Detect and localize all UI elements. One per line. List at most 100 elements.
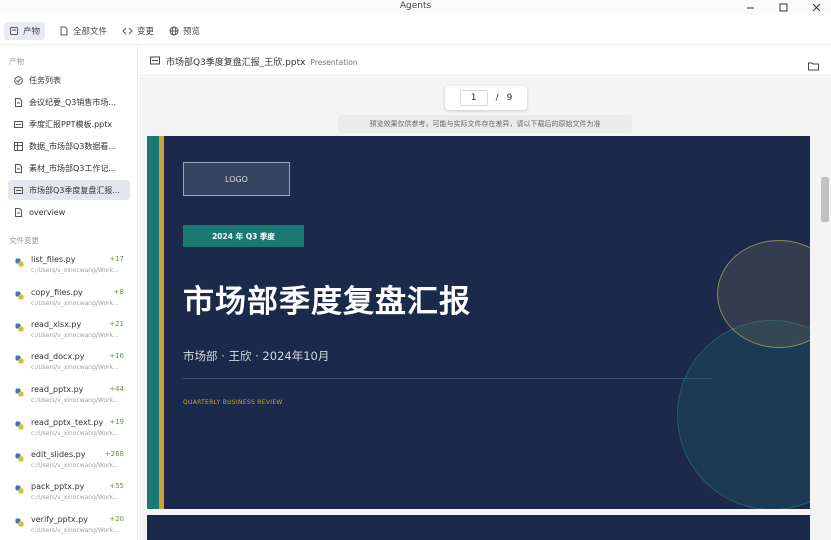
slide-logo-placeholder: LOGO xyxy=(183,162,290,196)
sidebar-item-overview[interactable]: overview xyxy=(8,202,130,222)
window-titlebar: Agents xyxy=(0,0,831,15)
page-total: 9 xyxy=(506,93,513,103)
document-icon xyxy=(15,97,22,107)
tab-all-files[interactable]: 全部文件 xyxy=(54,22,112,40)
sidebar-item-label: 会议纪要_Q3销售市场... xyxy=(29,97,117,107)
file-name: verify_pptx.py xyxy=(31,515,88,524)
main-panel: 市场部Q3季度复盘汇报_王欣.pptx Presentation 1 / 9 预览… xyxy=(139,46,831,540)
file-name: read_pptx_text.py xyxy=(31,418,104,427)
python-icon xyxy=(15,485,24,494)
sidebar-item-label: 季度汇报PPT模板.pptx xyxy=(29,119,113,129)
python-icon xyxy=(15,453,24,462)
file-path: c:/Users/v_xinocwang/Work... xyxy=(31,332,119,339)
file-name: copy_files.py xyxy=(31,288,83,297)
tab-label: 预览 xyxy=(183,27,201,37)
document-icon xyxy=(15,163,22,173)
sidebar-item-label: 数据_市场部Q3数据看... xyxy=(29,141,117,151)
added-count: +55 xyxy=(109,482,124,490)
file-header: 市场部Q3季度复盘汇报_王欣.pptx Presentation xyxy=(139,46,831,76)
added-count: +268 xyxy=(104,450,124,458)
globe-icon xyxy=(169,26,179,36)
file-title: 市场部Q3季度复盘汇报_王欣.pptx Presentation xyxy=(166,55,358,68)
file-name: 市场部Q3季度复盘汇报_王欣.pptx xyxy=(166,58,306,68)
tab-artifacts[interactable]: 产物 xyxy=(4,22,46,40)
file-change-item[interactable]: list_files.py +17 c:/Users/v_xinocwang/W… xyxy=(12,255,128,285)
slide-decor-circle-teal xyxy=(677,320,810,509)
sidebar-item-ppt-template[interactable]: 季度汇报PPT模板.pptx xyxy=(8,114,130,134)
file-name: read_xlsx.py xyxy=(31,320,82,329)
python-icon xyxy=(15,258,24,267)
slide-accent-bar-gold xyxy=(159,136,164,509)
sidebar-item-task-list[interactable]: 任务列表 xyxy=(8,70,130,90)
slide-subtitle: 市场部 · 王欣 · 2024年10月 xyxy=(183,349,330,363)
folder-icon xyxy=(808,62,819,71)
tab-label: 变更 xyxy=(137,27,155,37)
file-path: c:/Users/v_xinocwang/Work... xyxy=(31,267,119,274)
sidebar-item-material[interactable]: 素材_市场部Q3工作记... xyxy=(8,158,130,178)
file-icon xyxy=(60,26,68,36)
sidebar-item-label: overview xyxy=(29,207,66,217)
file-change-item[interactable]: pack_pptx.py +55 c:/Users/v_xinocwang/Wo… xyxy=(12,482,128,512)
added-count: +20 xyxy=(109,515,124,523)
artifacts-section-label: 产物 xyxy=(9,57,24,66)
presentation-icon xyxy=(14,120,23,128)
page-input[interactable]: 1 xyxy=(459,90,488,106)
file-name: edit_slides.py xyxy=(31,450,86,459)
file-change-item[interactable]: read_docx.py +16 c:/Users/v_xinocwang/Wo… xyxy=(12,352,128,382)
top-tabs: 产物 全部文件 变更 预览 xyxy=(0,17,831,45)
open-folder-button[interactable] xyxy=(808,56,819,75)
added-count: +17 xyxy=(109,255,124,263)
preview-area: 1 / 9 预览效果仅供参考，可能与实际文件存在差异，请以下载后的原始文件为准 … xyxy=(139,77,831,540)
sidebar-item-label: 任务列表 xyxy=(29,75,61,85)
file-change-item[interactable]: read_xlsx.py +21 c:/Users/v_xinocwang/Wo… xyxy=(12,320,128,350)
python-icon xyxy=(15,388,24,397)
sidebar-item-q3-report[interactable]: 市场部Q3季度复盘汇报... xyxy=(8,180,130,200)
minimize-icon xyxy=(746,7,754,9)
file-change-item[interactable]: read_pptx.py +44 c:/Users/v_xinocwang/Wo… xyxy=(12,385,128,415)
box-icon xyxy=(10,27,18,35)
slide-quarter-badge: 2024 年 Q3 季度 xyxy=(183,225,304,247)
sidebar-item-meeting-notes[interactable]: 会议纪要_Q3销售市场... xyxy=(8,92,130,112)
python-icon xyxy=(15,323,24,332)
maximize-button[interactable] xyxy=(772,0,794,15)
file-path: c:/Users/v_xinocwang/Work... xyxy=(31,527,119,534)
maximize-icon xyxy=(779,3,787,12)
file-path: c:/Users/v_xinocwang/Work... xyxy=(31,300,119,307)
page-navigator: 1 / 9 xyxy=(445,86,527,110)
added-count: +21 xyxy=(109,320,124,328)
scrollbar-thumb[interactable] xyxy=(821,177,829,222)
check-circle-icon xyxy=(14,75,23,85)
file-name: pack_pptx.py xyxy=(31,482,85,491)
close-icon xyxy=(812,3,820,12)
added-count: +19 xyxy=(109,418,124,426)
slide-divider xyxy=(183,378,713,379)
file-path: c:/Users/v_xinocwang/Work... xyxy=(31,430,119,437)
sidebar: 产物 任务列表 会议纪要_Q3销售市场... 季度汇报PPT模板.pptx 数据… xyxy=(0,46,138,540)
minimize-button[interactable] xyxy=(739,0,761,15)
file-name: read_pptx.py xyxy=(31,385,84,394)
file-path: c:/Users/v_xinocwang/Work... xyxy=(31,462,119,469)
file-name: read_docx.py xyxy=(31,352,85,361)
file-change-item[interactable]: verify_pptx.py +20 c:/Users/v_xinocwang/… xyxy=(12,515,128,540)
table-icon xyxy=(14,141,23,151)
added-count: +16 xyxy=(109,352,124,360)
close-button[interactable] xyxy=(805,0,827,15)
slide-2-partial xyxy=(147,515,810,540)
sidebar-item-data-sheet[interactable]: 数据_市场部Q3数据看... xyxy=(8,136,130,156)
added-count: +44 xyxy=(109,385,124,393)
python-icon xyxy=(15,421,24,430)
file-change-item[interactable]: edit_slides.py +268 c:/Users/v_xinocwang… xyxy=(12,450,128,480)
page-separator: / xyxy=(495,93,499,103)
tab-changes[interactable]: 变更 xyxy=(117,22,159,40)
python-icon xyxy=(15,518,24,527)
sidebar-item-label: 市场部Q3季度复盘汇报... xyxy=(29,185,121,195)
tab-preview[interactable]: 预览 xyxy=(164,22,205,40)
file-change-item[interactable]: read_pptx_text.py +19 c:/Users/v_xinocwa… xyxy=(12,418,128,448)
file-change-item[interactable]: copy_files.py +8 c:/Users/v_xinocwang/Wo… xyxy=(12,288,128,318)
presentation-icon xyxy=(150,56,160,65)
slide-english-caption: QUARTERLY BUSINESS REVIEW xyxy=(183,399,283,406)
slide-accent-bar-teal xyxy=(147,136,159,509)
added-count: +8 xyxy=(113,288,124,296)
file-changes-section-label: 文件变更 xyxy=(9,236,39,245)
sidebar-item-label: 素材_市场部Q3工作记... xyxy=(29,163,117,173)
